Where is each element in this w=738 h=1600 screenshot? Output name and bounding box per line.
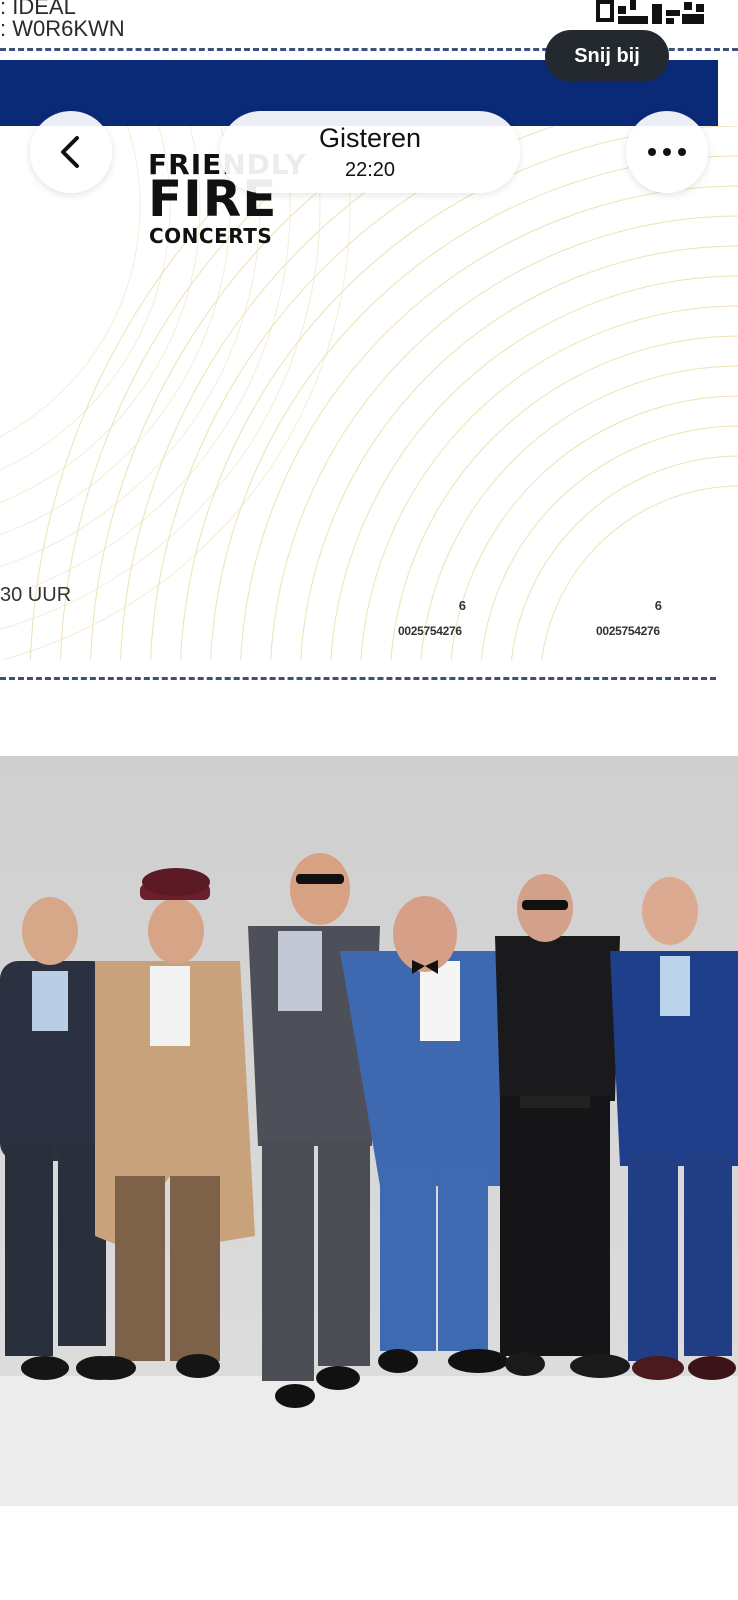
stub-left-number: 6: [458, 598, 466, 613]
back-chevron-icon: [61, 136, 79, 168]
ticket-perforation-bottom: [0, 677, 716, 680]
qr-code-fragment: [596, 0, 710, 28]
stub-right-number: 6: [654, 598, 662, 613]
event-time-text: 30 UUR: [0, 584, 72, 606]
more-button[interactable]: [626, 111, 708, 193]
logo-line-3: CONCERTS: [149, 224, 273, 248]
band-photo: [0, 756, 738, 1533]
time-subtitle: 22:20: [344, 159, 396, 181]
guilloche-pattern: [0, 126, 738, 660]
ticket-body: [0, 126, 738, 660]
crop-button[interactable]: Snij bij: [545, 30, 669, 82]
date-title: Gisteren: [318, 123, 422, 153]
stub-left-code: 0025754276: [398, 624, 462, 638]
order-code-text: : W0R6KWN: [0, 16, 125, 41]
back-button[interactable]: [30, 111, 112, 193]
more-dots-icon: [648, 148, 686, 156]
stub-right-code: 0025754276: [596, 624, 660, 638]
date-time-pill: Gisteren 22:20: [220, 111, 520, 193]
